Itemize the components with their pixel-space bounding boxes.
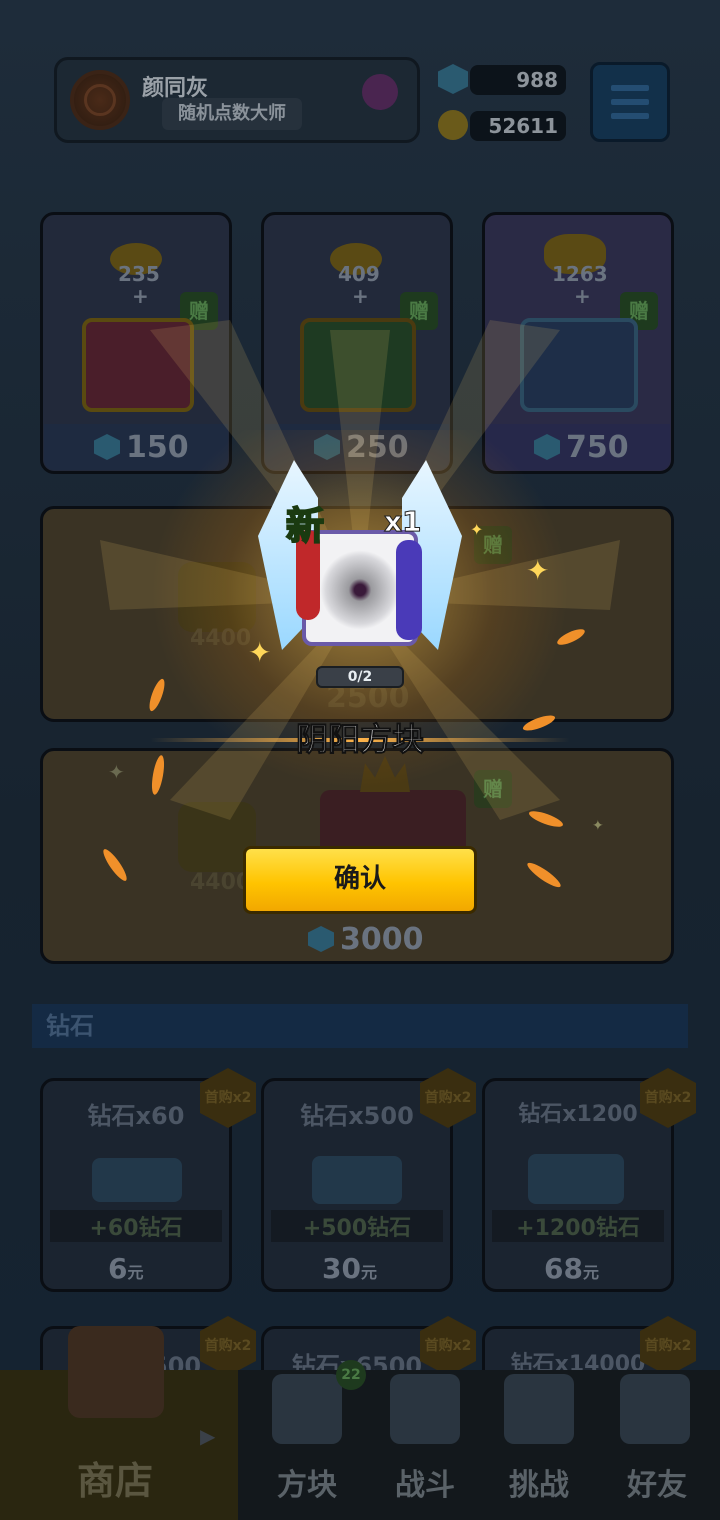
blue-dragon-icon (396, 540, 422, 640)
reward-item-name: 阴阳方块 (295, 720, 424, 759)
diamond-section-header: 钻石 (32, 1004, 688, 1048)
block-icon[interactable] (272, 1374, 342, 1444)
diamond-price: 30元 (322, 1252, 377, 1285)
nav-shop[interactable]: 商店 (60, 1450, 170, 1505)
yin-yang-vortex-icon (320, 550, 400, 630)
confirm-button[interactable]: 确认 (243, 846, 477, 914)
challenge-icon[interactable] (504, 1374, 574, 1444)
diamond-bonus: +500钻石 (271, 1210, 443, 1242)
diamond-bonus: +1200钻石 (492, 1210, 664, 1242)
battle-icon[interactable] (390, 1374, 460, 1444)
nav-challenge[interactable]: 挑战 (494, 1460, 584, 1504)
nav-blocks[interactable]: 方块 (262, 1460, 352, 1504)
diamond-price: 6元 (108, 1252, 144, 1285)
diamond-pile-icon (528, 1154, 624, 1204)
sparkle-icon: ✦ (248, 636, 272, 669)
shop-icon[interactable] (68, 1326, 164, 1418)
sparkle-icon: ✦ (592, 818, 604, 834)
sparkle-icon: ✦ (470, 520, 484, 539)
reward-quantity: x1 (384, 505, 423, 539)
nav-friends[interactable]: 好友 (612, 1460, 702, 1504)
reward-progress: 0/2 (316, 666, 404, 688)
notification-badge: 22 (336, 1360, 366, 1390)
diamond-pile-icon (312, 1156, 402, 1204)
nav-battle[interactable]: 战斗 (380, 1460, 470, 1504)
diamond-price: 68元 (544, 1252, 599, 1285)
sparkle-icon: ✦ (526, 554, 550, 587)
new-label: 新 (285, 503, 325, 549)
diamond-bonus: +60钻石 (50, 1210, 222, 1242)
sparkle-icon: ✦ (108, 760, 125, 784)
diamond-pile-icon (92, 1158, 182, 1202)
arrow-right-icon: ▶ (200, 1424, 216, 1448)
friends-icon[interactable] (620, 1374, 690, 1444)
